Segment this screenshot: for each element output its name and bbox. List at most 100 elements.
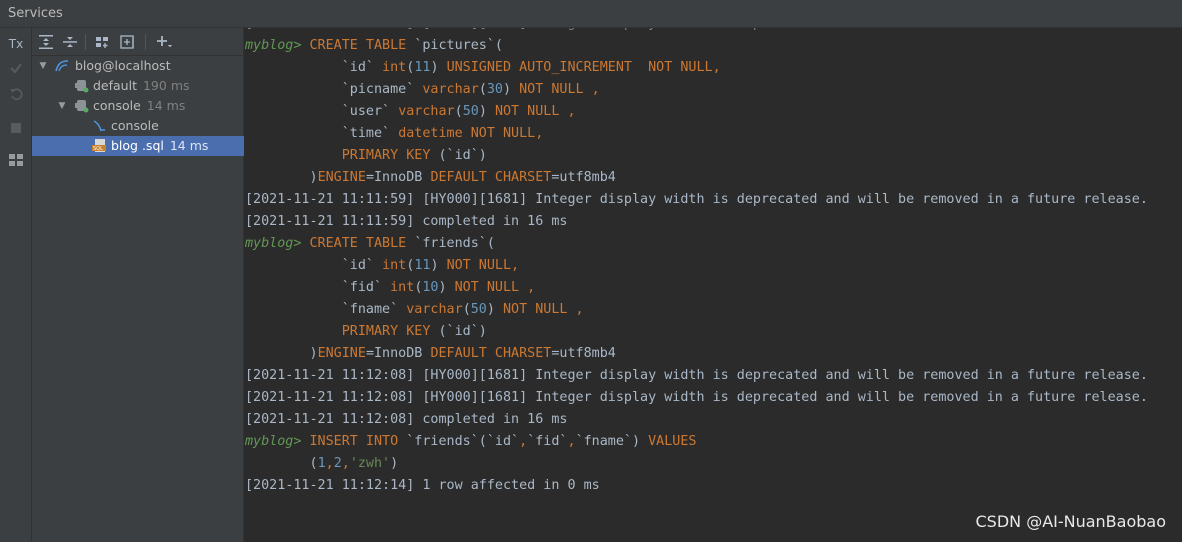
- console-text: INSERT INTO: [309, 434, 407, 449]
- console-text: 'zwh': [349, 456, 391, 471]
- console-text: =InnoDB: [365, 170, 431, 185]
- console-text: CREATE TABLE: [309, 236, 415, 251]
- expand-all-icon[interactable]: [36, 32, 56, 52]
- console-line: `fid` int(10) NOT NULL ,: [245, 277, 536, 299]
- chevron-down-icon[interactable]: ▼: [37, 56, 49, 76]
- console-text: NOT NULL ,: [494, 104, 576, 119]
- console-text: 11: [414, 258, 431, 273]
- console-text: `fname`): [575, 434, 649, 449]
- console-text: `picname`: [245, 82, 423, 97]
- datasource-icon: [54, 59, 70, 73]
- console-text: ): [245, 346, 318, 361]
- transaction-mode-icon[interactable]: Tx: [6, 34, 26, 54]
- console-text: NOT NULL ,: [503, 302, 584, 317]
- console-text: `friends`(`id`: [406, 434, 520, 449]
- console-text: ): [438, 280, 455, 295]
- console-text: `fid`: [527, 434, 568, 449]
- console-text: varchar: [406, 302, 463, 317]
- sql-file-icon: SQL: [92, 139, 108, 153]
- console-line: `id` int(11) UNSIGNED AUTO_INCREMENT NOT…: [245, 57, 721, 79]
- console-text: varchar: [398, 104, 455, 119]
- console-text: ): [245, 170, 318, 185]
- console-text: ): [503, 82, 520, 97]
- console-text: 50: [462, 104, 479, 119]
- add-service-icon[interactable]: [118, 32, 138, 52]
- console-text: 10: [422, 280, 439, 295]
- console-line: [2021-11-21 11:11:59] [HY000][1681] Inte…: [245, 28, 842, 35]
- console-text: (`id`): [438, 324, 487, 339]
- console-text: NOT NULL ,: [454, 280, 536, 295]
- console-text: (`id`): [438, 148, 487, 163]
- console-text: 30: [486, 82, 503, 97]
- layout-icon[interactable]: [6, 150, 26, 170]
- console-text: ): [390, 456, 399, 471]
- console-line: (1,2,'zwh'): [245, 453, 398, 475]
- console-text: NOT NULL,: [446, 258, 520, 273]
- console-line: PRIMARY KEY (`id`): [245, 321, 487, 343]
- console-line: `picname` varchar(30) NOT NULL ,: [245, 79, 600, 101]
- console-text: ,: [519, 434, 528, 449]
- rollback-icon[interactable]: [6, 84, 26, 104]
- collapse-all-icon[interactable]: [60, 32, 80, 52]
- console-line: [2021-11-21 11:12:08] [HY000][1681] Inte…: [245, 387, 1148, 409]
- console-text: `fname`: [245, 302, 407, 317]
- console-text: 50: [470, 302, 487, 317]
- tree-item-console[interactable]: console: [32, 116, 244, 136]
- toolbar-divider: [85, 34, 86, 50]
- console-text: CREATE TABLE: [309, 38, 415, 53]
- console-text: =InnoDB: [365, 346, 431, 361]
- console-line: myblog> INSERT INTO `friends`(`id`,`fid`…: [245, 431, 697, 453]
- console-line: myblog> CREATE TABLE `pictures`(: [245, 35, 503, 57]
- console-text: [2021-11-21 11:12:08] [HY000][1681] Inte…: [245, 390, 1148, 405]
- console-text: ,: [567, 434, 576, 449]
- console-text: ENGINE: [317, 170, 366, 185]
- console-text: int: [382, 60, 407, 75]
- commit-icon[interactable]: [6, 58, 26, 78]
- console-text: 11: [414, 60, 431, 75]
- console-text: PRIMARY KEY: [341, 324, 439, 339]
- tree-item-blog-sql[interactable]: SQL blog .sql 14 ms: [32, 136, 244, 156]
- console-line: [2021-11-21 11:12:08] completed in 16 ms: [245, 409, 567, 431]
- console-text: `pictures`(: [414, 38, 503, 53]
- tree-item-label: blog@localhost: [75, 58, 171, 73]
- console-text: [2021-11-21 11:12:14] 1 row affected in …: [245, 478, 600, 493]
- console-text: [2021-11-21 11:11:59] [HY000][1681] Inte…: [245, 28, 842, 31]
- console-line: `user` varchar(50) NOT NULL ,: [245, 101, 576, 123]
- console-text: datetime NOT NULL,: [398, 126, 544, 141]
- console-output[interactable]: [2021-11-21 11:11:59] [HY000][1681] Inte…: [245, 28, 1182, 542]
- console-text: DEFAULT CHARSET: [430, 346, 552, 361]
- console-text: 1: [317, 456, 326, 471]
- tree-item-label: blog .sql: [111, 138, 164, 153]
- console-line: myblog> CREATE TABLE `friends`(: [245, 233, 495, 255]
- console-text: (: [245, 456, 318, 471]
- console-text: varchar: [422, 82, 479, 97]
- title-bar: Services: [0, 0, 1182, 28]
- console-text: `time`: [245, 126, 399, 141]
- console-prompt: myblog>: [245, 236, 310, 251]
- console-text: int: [382, 258, 407, 273]
- add-icon[interactable]: [154, 32, 174, 52]
- console-text: int: [390, 280, 415, 295]
- console-text: [2021-11-21 11:11:59] [HY000][1681] Inte…: [245, 192, 1148, 207]
- console-text: UNSIGNED AUTO_INCREMENT NOT NULL: [446, 60, 713, 75]
- console-text: VALUES: [648, 434, 697, 449]
- console-prompt: myblog>: [245, 434, 310, 449]
- window-title: Services: [8, 6, 63, 21]
- tree-toolbar: [32, 28, 244, 56]
- console-text: [2021-11-21 11:11:59] completed in 16 ms: [245, 214, 568, 229]
- console-text: PRIMARY KEY: [341, 148, 439, 163]
- console-line: [2021-11-21 11:12:14] 1 row affected in …: [245, 475, 600, 497]
- console-text: ,: [325, 456, 334, 471]
- group-icon[interactable]: [92, 32, 112, 52]
- tree-item-default[interactable]: default 190 ms: [32, 76, 244, 96]
- console-icon: [92, 119, 108, 133]
- tree-item-blog-localhost[interactable]: ▼ blog@localhost: [32, 56, 244, 76]
- chevron-down-icon[interactable]: ▼: [56, 96, 68, 116]
- transaction-mode-label: Tx: [8, 37, 24, 51]
- console-text: =utf8mb4: [551, 170, 616, 185]
- console-text: ,: [712, 60, 721, 75]
- console-text: DEFAULT CHARSET: [430, 170, 552, 185]
- stop-icon[interactable]: [6, 118, 26, 138]
- tree-item-console-session[interactable]: ▼ console 14 ms: [32, 96, 244, 116]
- tree-item-label: console: [93, 98, 141, 113]
